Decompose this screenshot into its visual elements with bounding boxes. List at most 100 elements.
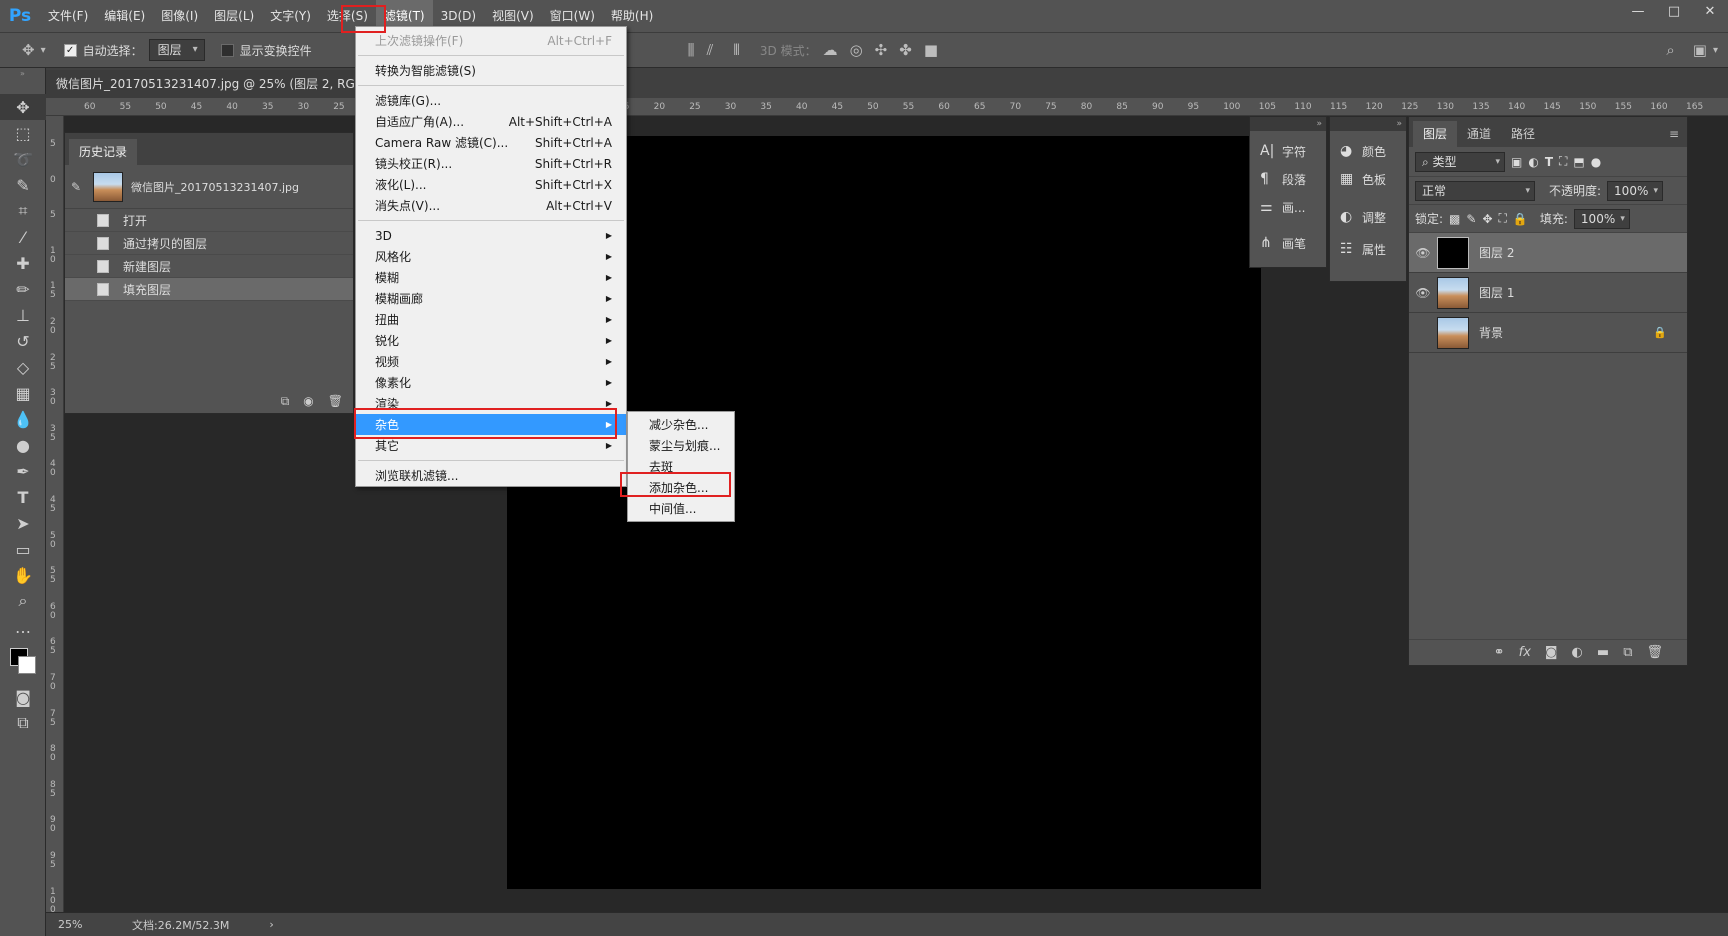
gradient-tool-icon[interactable]: ▦ <box>0 380 46 406</box>
eye-icon[interactable]: 👁 <box>1409 286 1437 300</box>
workspace-icon[interactable]: ▣ <box>1693 41 1707 59</box>
background-color[interactable] <box>18 656 36 674</box>
menu-item-adaptive-wide-angle[interactable]: 自适应广角(A)... Alt+Shift+Ctrl+A <box>356 111 626 132</box>
layer-row[interactable]: 👁 图层 2 <box>1409 233 1687 273</box>
lock-position-icon[interactable]: ✥ <box>1482 212 1492 226</box>
chevron-down-icon[interactable]: ▾ <box>1713 45 1718 56</box>
document-tab[interactable]: 微信图片_20170513231407.jpg @ 25% (图层 2, RGB… <box>46 70 366 98</box>
menu-item-filter-gallery[interactable]: 滤镜库(G)... <box>356 90 626 111</box>
history-brush-source-icon[interactable]: ✎ <box>71 180 93 194</box>
filter-adjust-icon[interactable]: ◐ <box>1528 155 1538 169</box>
fx-icon[interactable]: fx <box>1519 645 1531 660</box>
menu-item-liquify[interactable]: 液化(L)... Shift+Ctrl+X <box>356 174 626 195</box>
filter-type-icon[interactable]: T <box>1545 155 1553 169</box>
menu-item-distort[interactable]: 扭曲 ▶ <box>356 309 626 330</box>
filter-smart-icon[interactable]: ⬒ <box>1573 155 1584 169</box>
auto-select-target-dropdown[interactable]: 图层 <box>148 39 205 61</box>
menu-item-video[interactable]: 视频 ▶ <box>356 351 626 372</box>
brush-tool-icon[interactable]: ✏ <box>0 276 46 302</box>
trash-icon[interactable]: 🗑 <box>1646 645 1663 660</box>
3d-orbit-icon[interactable]: ☁ <box>823 41 838 59</box>
marquee-tool-icon[interactable]: ⬚ <box>0 120 46 146</box>
blur-tool-icon[interactable]: 💧 <box>0 406 46 432</box>
tab-layers[interactable]: 图层 <box>1413 121 1458 147</box>
hand-tool-icon[interactable]: ✋ <box>0 562 46 588</box>
new-document-from-state-icon[interactable]: ⧉ <box>281 394 290 409</box>
quick-mask-icon[interactable]: ◙ <box>0 684 46 710</box>
move-tool-icon[interactable]: ✥ <box>0 94 46 120</box>
menu-item-3d[interactable]: 3D ▶ <box>356 225 626 246</box>
distribute-icon[interactable]: ⦀ <box>733 41 740 59</box>
menu-item-smart-filter[interactable]: 转换为智能滤镜(S) <box>356 60 626 81</box>
collapse-icon[interactable]: » <box>1250 117 1326 131</box>
lasso-tool-icon[interactable]: ➰ <box>0 146 46 172</box>
panel-properties[interactable]: ☷ 属性 <box>1330 235 1406 263</box>
panel-menu-icon[interactable]: ≡ <box>1669 127 1679 141</box>
trash-icon[interactable]: 🗑 <box>328 394 343 408</box>
menu-layer[interactable]: 图层(L) <box>206 0 262 32</box>
align-bottom-icon[interactable]: ⫽ <box>707 41 714 59</box>
zoom-tool-icon[interactable]: ⌕ <box>0 588 46 614</box>
3d-scale-icon[interactable]: ■ <box>924 41 938 59</box>
stamp-tool-icon[interactable]: ⊥ <box>0 302 46 328</box>
menu-type[interactable]: 文字(Y) <box>262 0 319 32</box>
tab-channels[interactable]: 通道 <box>1457 121 1501 147</box>
link-icon[interactable]: ⚭ <box>1494 645 1505 660</box>
collapse-icon[interactable]: » <box>1330 117 1406 131</box>
search-icon[interactable]: ⌕ <box>1666 41 1674 59</box>
filter-toggle-icon[interactable]: ● <box>1591 155 1601 169</box>
menu-item-lens-correction[interactable]: 镜头校正(R)... Shift+Ctrl+R <box>356 153 626 174</box>
layer-row[interactable]: 👁 图层 1 <box>1409 273 1687 313</box>
menu-item-pixelate[interactable]: 像素化 ▶ <box>356 372 626 393</box>
menu-item-sharpen[interactable]: 锐化 ▶ <box>356 330 626 351</box>
menu-item-median[interactable]: 中间值... <box>628 499 734 520</box>
mask-icon[interactable]: ◙ <box>1545 645 1558 660</box>
menu-file[interactable]: 文件(F) <box>40 0 96 32</box>
menu-item-blur-gallery[interactable]: 模糊画廊 ▶ <box>356 288 626 309</box>
menu-edit[interactable]: 编辑(E) <box>96 0 153 32</box>
move-tool-icon[interactable]: ✥ <box>22 41 35 59</box>
menu-item-browse-online[interactable]: 浏览联机滤镜... <box>356 465 626 486</box>
history-snapshot[interactable]: ✎ 微信图片_20170513231407.jpg <box>65 165 353 209</box>
minimize-icon[interactable]: — <box>1620 0 1656 22</box>
history-step-current[interactable]: 填充图层 <box>65 278 353 301</box>
path-select-tool-icon[interactable]: ➤ <box>0 510 46 536</box>
menu-item-camera-raw[interactable]: Camera Raw 滤镜(C)... Shift+Ctrl+A <box>356 132 626 153</box>
filter-pixel-icon[interactable]: ▣ <box>1511 155 1522 169</box>
type-tool-icon[interactable]: T <box>0 484 46 510</box>
adjustment-layer-icon[interactable]: ◐ <box>1572 645 1583 660</box>
lock-image-icon[interactable]: ✎ <box>1466 212 1476 226</box>
pen-tool-icon[interactable]: ✒ <box>0 458 46 484</box>
menu-item-dust-scratches[interactable]: 蒙尘与划痕... <box>628 436 734 457</box>
history-step[interactable]: 打开 <box>65 209 353 232</box>
lock-artboard-icon[interactable]: ⛶ <box>1499 211 1507 226</box>
menu-item-blur[interactable]: 模糊 ▶ <box>356 267 626 288</box>
menu-item-stylize[interactable]: 风格化 ▶ <box>356 246 626 267</box>
status-menu-arrow[interactable]: › <box>269 918 273 931</box>
quick-select-tool-icon[interactable]: ✎ <box>0 172 46 198</box>
eraser-tool-icon[interactable]: ◇ <box>0 354 46 380</box>
maximize-icon[interactable]: □ <box>1656 0 1692 22</box>
menu-item-vanishing-point[interactable]: 消失点(V)... Alt+Ctrl+V <box>356 195 626 216</box>
layer-filter-kind[interactable]: ⌕ 类型 <box>1415 151 1505 172</box>
tab-history[interactable]: 历史记录 <box>69 139 138 165</box>
panel-brush[interactable]: ⋔ 画笔 <box>1250 229 1326 257</box>
more-tools-icon[interactable]: … <box>0 614 46 640</box>
panel-adjustments[interactable]: ◐ 调整 <box>1330 203 1406 231</box>
close-icon[interactable]: ✕ <box>1692 0 1728 22</box>
layer-row[interactable]: 背景 🔒 <box>1409 313 1687 353</box>
history-step[interactable]: 新建图层 <box>65 255 353 278</box>
align-vertical-icon[interactable]: ⫼ <box>688 41 695 59</box>
menu-item-last-filter[interactable]: 上次滤镜操作(F) Alt+Ctrl+F <box>356 30 626 51</box>
panel-character[interactable]: A| 字符 <box>1250 137 1326 165</box>
3d-pan-icon[interactable]: ✣ <box>875 41 888 59</box>
dodge-tool-icon[interactable]: ● <box>0 432 46 458</box>
fill-input[interactable]: 100% <box>1573 208 1630 229</box>
collapse-icon[interactable]: » <box>0 68 45 80</box>
auto-select-option[interactable]: ✓ 自动选择： <box>63 42 143 59</box>
screen-mode-icon[interactable]: ⧉ <box>0 710 46 736</box>
lock-all-icon[interactable]: 🔒 <box>1513 212 1528 226</box>
panel-paragraph[interactable]: ¶ 段落 <box>1250 165 1326 193</box>
panel-color[interactable]: ◕ 颜色 <box>1330 137 1406 165</box>
shape-tool-icon[interactable]: ▭ <box>0 536 46 562</box>
